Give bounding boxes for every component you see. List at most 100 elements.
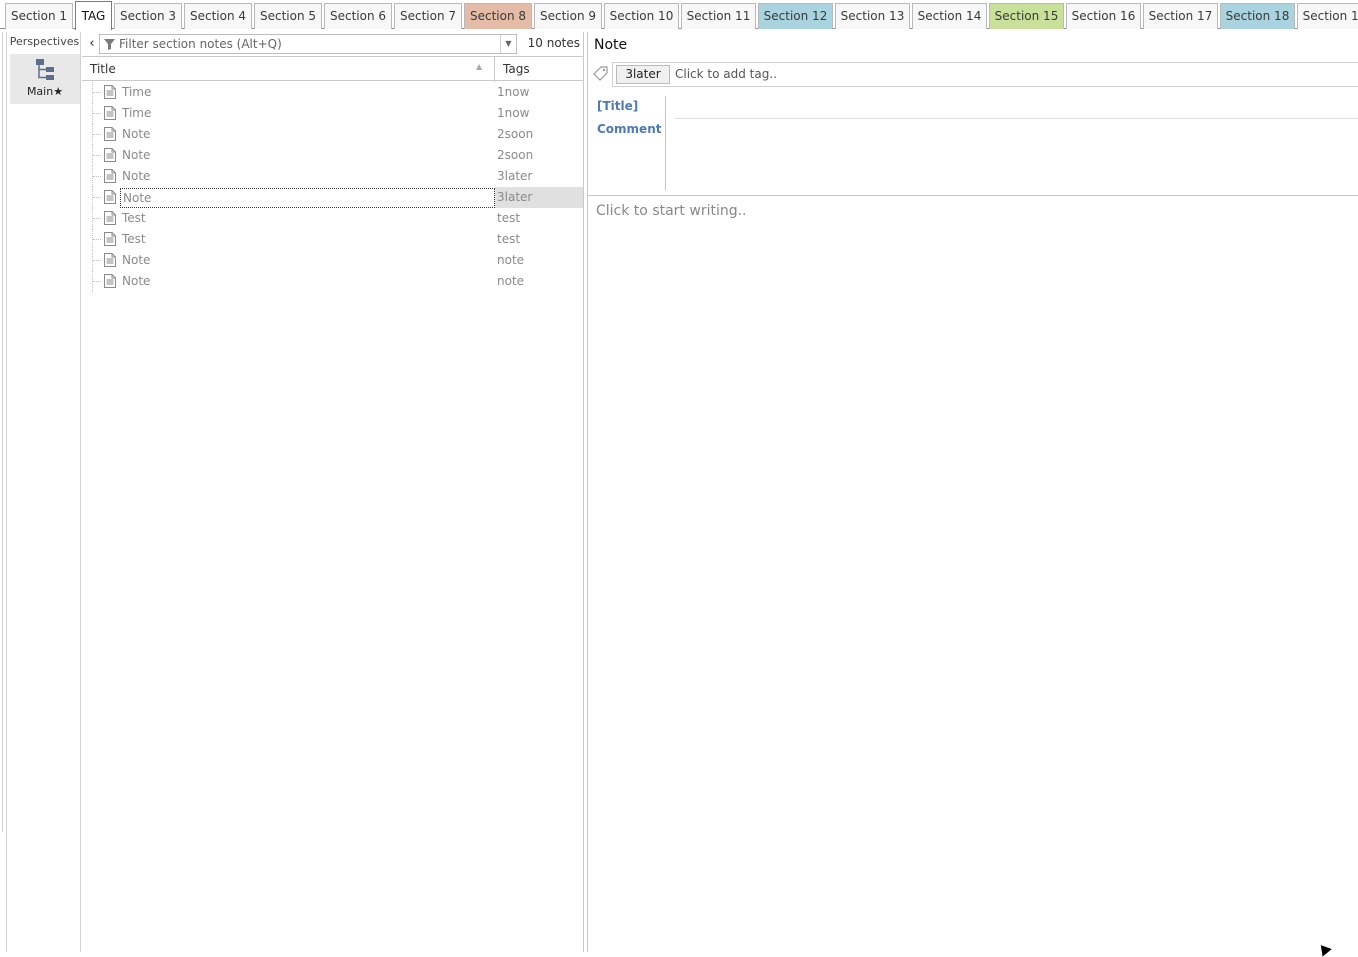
chevron-left-icon[interactable]: ‹ bbox=[85, 35, 99, 52]
tab-section-6[interactable]: Section 6 bbox=[324, 3, 392, 29]
tab-section-17[interactable]: Section 17 bbox=[1143, 3, 1218, 29]
note-title-cell: Note bbox=[122, 253, 151, 267]
note-body-editor[interactable]: Click to start writing.. bbox=[596, 203, 747, 219]
section-tab-strip: Section 1 TAG Section 3 Section 4 Section 5S… bbox=[0, 0, 1358, 30]
tab-section-10[interactable]: Section 10 bbox=[604, 3, 679, 29]
note-tag-cell: 2soon bbox=[497, 148, 534, 162]
document-icon bbox=[104, 169, 116, 183]
window-edge bbox=[0, 32, 3, 832]
tag-bar: 3later Click to add tag.. bbox=[612, 62, 1358, 87]
tab-section-14[interactable]: Section 14 bbox=[912, 3, 987, 29]
filter-input[interactable]: Filter section notes (Alt+Q) ▼ bbox=[99, 34, 517, 54]
note-tag-cell: test bbox=[497, 232, 521, 246]
tab-section-9[interactable]: Section 9 bbox=[534, 3, 602, 29]
sort-indicator-icon: ▲ bbox=[476, 62, 483, 71]
tag-chip[interactable]: 3later bbox=[616, 65, 670, 84]
tree-connector bbox=[93, 134, 101, 135]
note-title-cell: Time bbox=[122, 85, 152, 99]
tree-connector bbox=[93, 218, 101, 219]
tab-section-16[interactable]: Section 16 bbox=[1066, 3, 1141, 29]
note-tag-cell: note bbox=[497, 274, 525, 288]
tree-connector bbox=[93, 113, 101, 114]
tab-section-11[interactable]: Section 11 bbox=[681, 3, 756, 29]
tree-connector bbox=[93, 239, 101, 240]
document-icon bbox=[104, 253, 116, 267]
document-icon bbox=[104, 274, 116, 288]
document-icon bbox=[104, 232, 116, 246]
perspective-main-label: Main★ bbox=[26, 85, 64, 98]
note-tag-cell: test bbox=[497, 211, 521, 225]
note-list-row[interactable]: Note 2soon bbox=[82, 124, 583, 145]
note-title-cell: Note bbox=[120, 188, 495, 208]
meta-title-label: [Title] bbox=[597, 99, 639, 113]
tree-connector bbox=[93, 197, 101, 198]
tree-connector bbox=[93, 176, 101, 177]
tab-section-12[interactable]: Section 12 bbox=[758, 3, 833, 29]
tab-section-15[interactable]: Section 15 bbox=[989, 3, 1064, 29]
note-title-cell: Note bbox=[122, 169, 151, 183]
note-tag-cell: 2soon bbox=[497, 127, 534, 141]
note-metadata: [Title] Comment bbox=[588, 92, 1358, 196]
tab-section-3[interactable]: Section 3 bbox=[114, 3, 182, 29]
hierarchy-icon bbox=[36, 59, 54, 80]
column-tags[interactable]: Tags bbox=[503, 62, 530, 76]
note-tag-cell: 3later bbox=[497, 169, 533, 183]
tree-connector bbox=[93, 92, 101, 93]
note-tag-cell: note bbox=[497, 253, 525, 267]
note-list-row[interactable]: Time 1now bbox=[82, 103, 583, 124]
perspectives-panel: Perspectives Main★ bbox=[6, 32, 81, 952]
note-editor-panel: Note 3later Click to add tag.. [Title] C… bbox=[587, 32, 1358, 952]
note-list-row[interactable]: Note note bbox=[82, 250, 583, 271]
document-icon bbox=[104, 190, 116, 204]
note-list: Time 1now Time 1now Note 2soon Note 2soon Note 3l… bbox=[82, 82, 583, 292]
tree-connector bbox=[93, 281, 101, 282]
tab-section-7[interactable]: Section 7 bbox=[394, 3, 462, 29]
document-icon bbox=[104, 106, 116, 120]
meta-title-field[interactable] bbox=[675, 94, 1358, 119]
list-column-header: Title ▲ Tags bbox=[82, 56, 583, 82]
perspectives-title: Perspectives bbox=[9, 35, 80, 48]
note-tag-cell: 1now bbox=[497, 106, 530, 120]
note-title-cell: Note bbox=[122, 274, 151, 288]
document-icon bbox=[104, 211, 116, 225]
meta-divider bbox=[665, 96, 666, 190]
document-icon bbox=[104, 127, 116, 141]
note-title-cell: Test bbox=[122, 211, 146, 225]
note-list-row[interactable]: Test test bbox=[82, 208, 583, 229]
column-divider[interactable] bbox=[494, 57, 495, 82]
add-tag-input[interactable]: Click to add tag.. bbox=[675, 67, 777, 81]
meta-comment-label: Comment bbox=[597, 122, 662, 136]
tab-section-1[interactable]: Section 1 bbox=[5, 3, 73, 29]
note-count: 10 notes bbox=[527, 36, 580, 50]
note-list-row[interactable]: Note 2soon bbox=[82, 145, 583, 166]
tab-section-5[interactable]: Section 5 bbox=[254, 3, 322, 29]
filter-dropdown-icon[interactable]: ▼ bbox=[500, 35, 516, 53]
perspective-main-button[interactable]: Main★ bbox=[10, 54, 80, 104]
tab-section-13[interactable]: Section 13 bbox=[835, 3, 910, 29]
tab-section-19[interactable]: Section 19 bbox=[1297, 3, 1358, 29]
note-title-cell: Test bbox=[122, 232, 146, 246]
note-tag-cell: 3later bbox=[495, 187, 583, 208]
filter-placeholder: Filter section notes (Alt+Q) bbox=[119, 37, 282, 51]
note-list-row[interactable]: Note 3later bbox=[82, 187, 583, 208]
tab-section-4[interactable]: Section 4 bbox=[184, 3, 252, 29]
tab-section-8[interactable]: Section 8 bbox=[464, 3, 532, 29]
tab-section-18[interactable]: Section 18 bbox=[1220, 3, 1295, 29]
note-list-row[interactable]: Test test bbox=[82, 229, 583, 250]
column-title[interactable]: Title bbox=[90, 62, 116, 76]
note-list-row[interactable]: Time 1now bbox=[82, 82, 583, 103]
tree-connector bbox=[93, 260, 101, 261]
document-icon bbox=[104, 85, 116, 99]
note-list-row[interactable]: Note note bbox=[82, 271, 583, 292]
note-list-panel: ‹ Filter section notes (Alt+Q) ▼ 10 note… bbox=[82, 32, 584, 952]
filter-bar: ‹ Filter section notes (Alt+Q) ▼ 10 note… bbox=[82, 32, 584, 55]
note-list-row[interactable]: Note 3later bbox=[82, 166, 583, 187]
note-tag-cell: 1now bbox=[497, 85, 530, 99]
note-title[interactable]: Note bbox=[594, 37, 627, 53]
document-icon bbox=[104, 148, 116, 162]
tab-tag[interactable]: TAG bbox=[75, 1, 112, 30]
funnel-icon bbox=[104, 39, 115, 50]
note-title-cell: Note bbox=[122, 127, 151, 141]
note-title-cell: Note bbox=[122, 148, 151, 162]
tree-connector bbox=[93, 155, 101, 156]
